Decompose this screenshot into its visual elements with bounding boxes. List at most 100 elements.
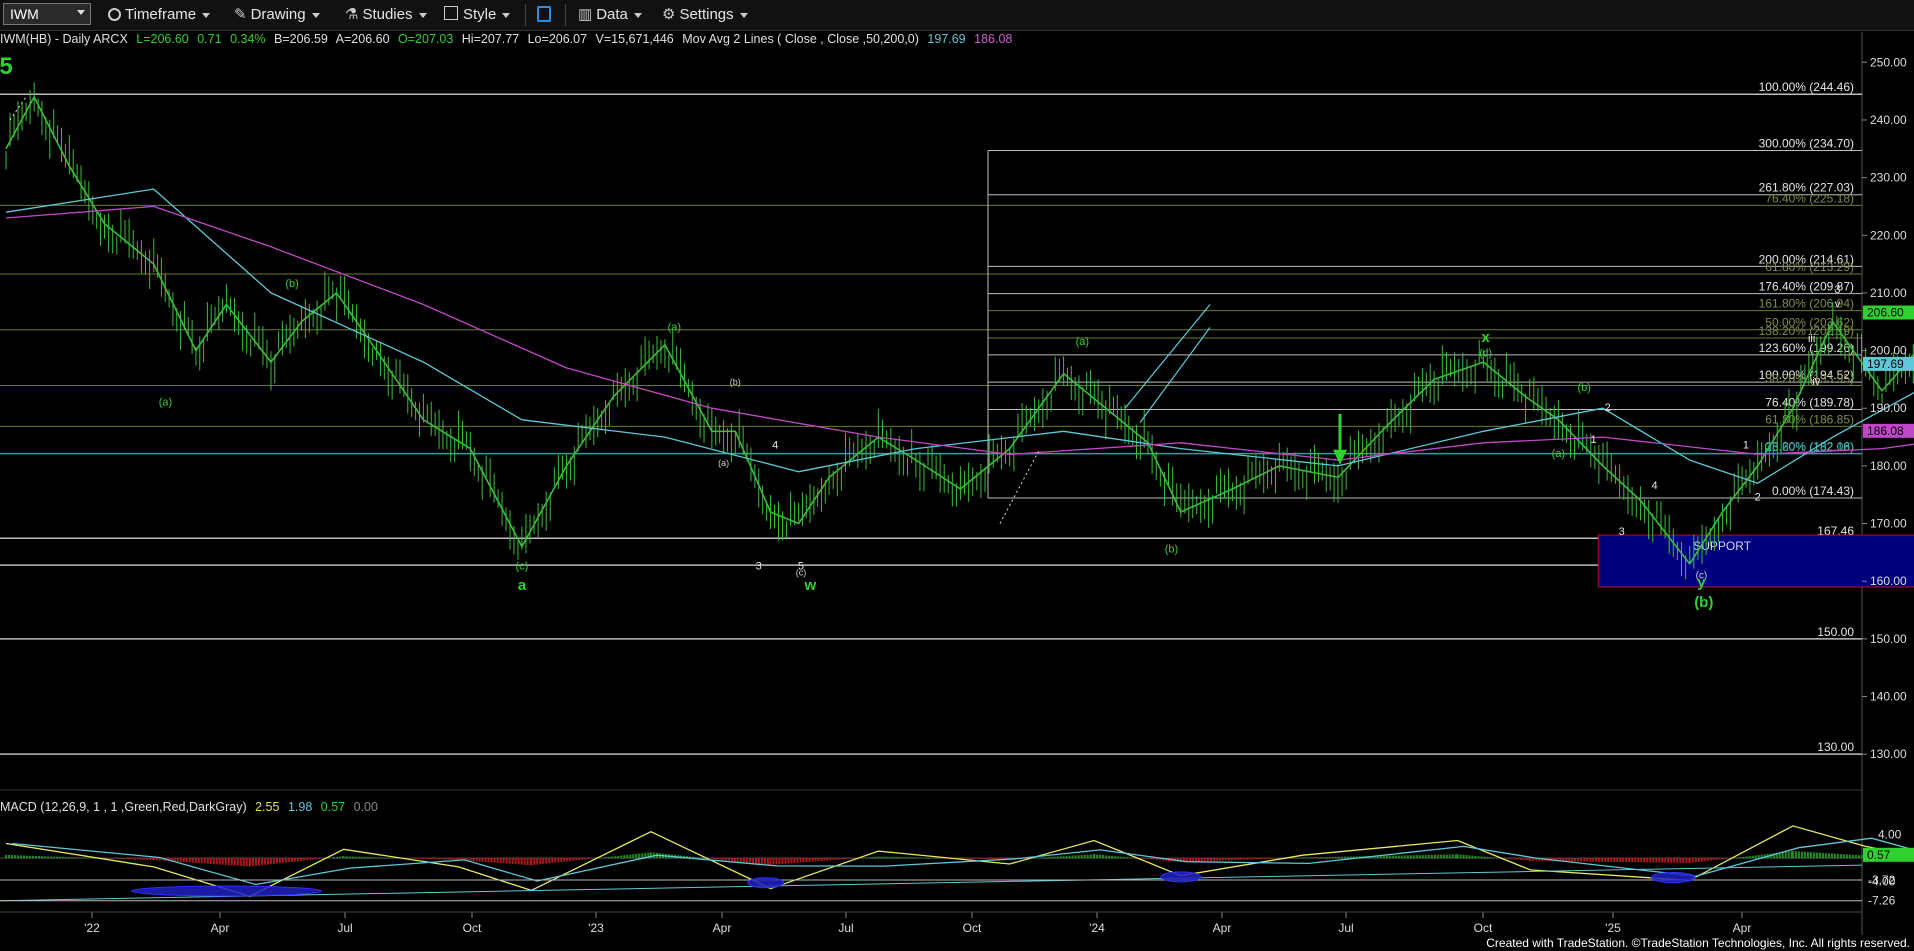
symbol-description: IWM(HB) - Daily ARCX <box>0 32 128 46</box>
wave-label: (a) <box>1076 336 1089 348</box>
price-tick-label: 190.00 <box>1870 401 1907 415</box>
bid-price: B=206.59 <box>274 32 328 46</box>
macd-label: MACD (12,26,9, 1 , 1 ,Green,Red,DarkGray… <box>0 800 247 814</box>
chevron-down-icon <box>633 12 642 18</box>
style-icon <box>444 6 458 20</box>
time-tick-label: Oct <box>463 921 482 935</box>
settings-button[interactable]: ⚙ Settings <box>662 5 748 25</box>
price-series <box>5 82 1914 580</box>
wave-label: (c) <box>515 561 528 573</box>
time-tick-label: Apr <box>211 921 230 935</box>
wave-label: 3 <box>1619 526 1625 538</box>
price-tick-label: 140.00 <box>1870 690 1907 704</box>
wave-label: 1 <box>1743 440 1749 452</box>
chevron-down-icon <box>739 12 748 18</box>
macd-signal: 1.98 <box>287 800 313 814</box>
time-axis: '22 Apr Jul Oct '23 Apr Jul Oct '24 Apr Jul Oct '25 A… <box>0 911 1862 935</box>
last-price: L=206.60 <box>136 32 189 46</box>
style-button[interactable]: Style <box>444 5 511 25</box>
macd-axis-label: 0.57 <box>1867 848 1891 862</box>
volume: V=15,671,446 <box>595 32 674 46</box>
price-change-pct: 0.34% <box>230 32 266 46</box>
open-price: O=207.03 <box>398 32 454 46</box>
wave-label: (c) <box>1479 347 1492 359</box>
macd-axis-label: -7.26 <box>1868 894 1896 908</box>
time-tick-label: Apr <box>713 921 732 935</box>
macd-histogram: 0.57 <box>320 800 346 814</box>
fib-label: 130.00 <box>1817 740 1854 754</box>
bar-chart-icon: ▥ <box>578 6 593 23</box>
price-badges: 206.60197.69186.084.000.57-3.72-4.00-7.2… <box>1863 305 1914 908</box>
macd-divergence-ellipse <box>130 885 322 897</box>
wave-label: v <box>1835 298 1841 310</box>
time-tick-label: Apr <box>1213 921 1232 935</box>
wave-label: 2 <box>1755 491 1761 503</box>
layout-button[interactable] <box>537 5 551 25</box>
price-axis: 250.00 240.00 230.00 220.00 210.00 200.00 190.… <box>1862 55 1907 761</box>
wave-label: (b) <box>730 377 741 387</box>
price-badge-label: 186.08 <box>1867 424 1904 438</box>
wave-label: 3 <box>756 561 762 573</box>
wave-label: (a) <box>718 458 729 468</box>
price-tick-label: 210.00 <box>1870 286 1907 300</box>
info-line: IWM(HB) - Daily ARCX L=206.60 0.71 0.34%… <box>0 32 1017 48</box>
drawing-label: Drawing <box>250 6 306 23</box>
macd-axis-label: 4.00 <box>1878 828 1902 842</box>
price-tick-label: 200.00 <box>1870 344 1907 358</box>
studies-button[interactable]: ⚗ Studies <box>345 5 427 25</box>
time-tick-label: '23 <box>588 921 604 935</box>
channel-line-upper <box>1124 304 1211 409</box>
wave-label: 5 <box>0 53 13 80</box>
fib-lines: 100.00% (244.46) 300.00% (234.70) 2 61.80% … <box>0 80 1862 755</box>
low-price: Lo=206.07 <box>527 32 588 46</box>
data-button[interactable]: ▥ Data <box>578 5 642 25</box>
fib-label: 123.60% (199.26) <box>1759 341 1854 355</box>
wave-label: (a) <box>159 396 172 408</box>
macd-divergence-ellipse <box>1160 871 1202 883</box>
macd-axis-label: -4.00 <box>1868 875 1896 889</box>
fib-label: 150.00 <box>1817 625 1854 639</box>
ask-price: A=206.60 <box>335 32 390 46</box>
fib-label: 0.00% (174.43) <box>1772 484 1854 498</box>
wave-label: 4 <box>1651 480 1657 492</box>
time-tick-label: '24 <box>1089 921 1105 935</box>
support-box <box>1597 534 1914 588</box>
macd-zero: 0.00 <box>353 800 378 814</box>
macd-divergence-ellipse <box>1650 871 1696 883</box>
price-tick-label: 250.00 <box>1870 55 1907 69</box>
ma50-line <box>5 188 1914 484</box>
symbol-value: IWM <box>10 6 39 22</box>
wave-label: iv <box>1812 376 1820 388</box>
ma200-value: 186.08 <box>974 32 1013 46</box>
price-tick-label: 220.00 <box>1870 228 1907 242</box>
time-tick-label: Jul <box>337 921 352 935</box>
macd-panel <box>0 825 1914 902</box>
high-price: Hi=207.77 <box>461 32 520 46</box>
drawing-button[interactable]: ✎ Drawing <box>234 5 320 25</box>
macd-info-line: MACD (12,26,9, 1 , 1 ,Green,Red,DarkGray… <box>0 800 383 816</box>
chevron-down-icon <box>502 12 511 18</box>
price-tick-label: 150.00 <box>1870 632 1907 646</box>
price-badge-label: 197.69 <box>1867 357 1904 371</box>
wave-label: (b) <box>1577 382 1590 394</box>
symbol-dropdown-caret-icon[interactable] <box>77 10 85 15</box>
data-label: Data <box>596 6 628 23</box>
fib-label: 100.00% (244.46) <box>1759 80 1854 94</box>
timeframe-button[interactable]: Timeframe <box>108 5 211 25</box>
wave-label: w <box>803 577 816 594</box>
fib-label: 61.80% (213.29) <box>1765 260 1854 274</box>
toolbar: IWM Timeframe ✎ Drawing ⚗ Studies Style ▥ D… <box>0 0 1914 31</box>
wave-label: a <box>518 577 527 594</box>
price-tick-label: 130.00 <box>1870 747 1907 761</box>
fib-label: 76.40% (189.78) <box>1765 396 1854 410</box>
time-tick-label: '25 <box>1605 921 1621 935</box>
wave-label: x <box>1482 329 1491 346</box>
fib-label: 76.40% (225.18) <box>1765 191 1854 205</box>
price-tick-label: 240.00 <box>1870 113 1907 127</box>
price-change: 0.71 <box>197 32 222 46</box>
time-tick-label: '22 <box>84 921 100 935</box>
wave-label: 4 <box>772 440 778 452</box>
time-tick-label: Oct <box>963 921 982 935</box>
wave-label: (b) <box>1694 594 1713 611</box>
style-label: Style <box>463 6 497 23</box>
